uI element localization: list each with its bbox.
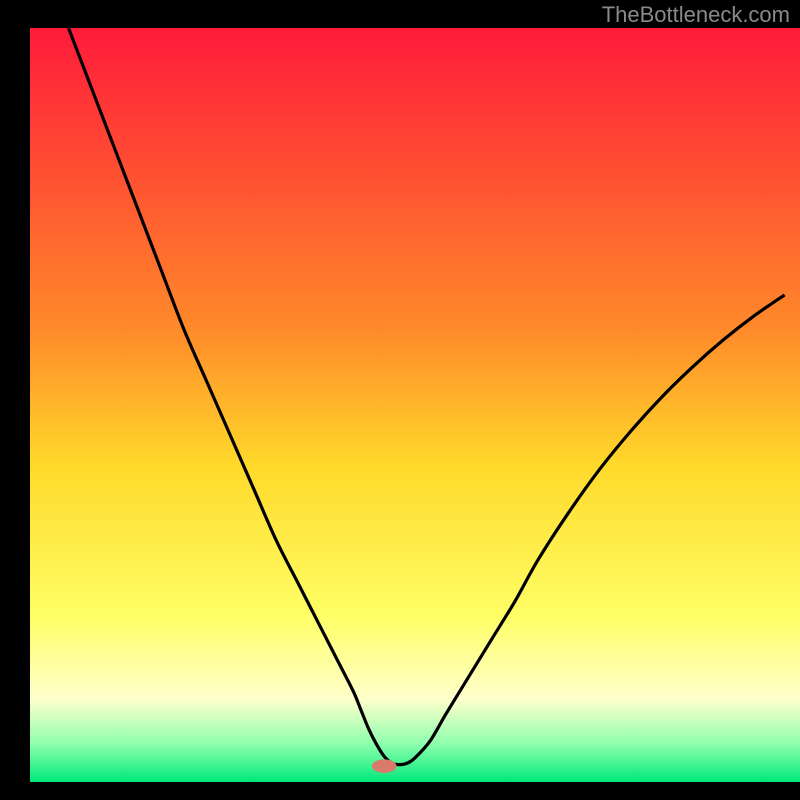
plot-background (30, 28, 800, 782)
chart-svg (0, 0, 800, 800)
optimum-marker (372, 759, 397, 773)
bottleneck-chart: TheBottleneck.com (0, 0, 800, 800)
watermark-text: TheBottleneck.com (602, 2, 790, 28)
